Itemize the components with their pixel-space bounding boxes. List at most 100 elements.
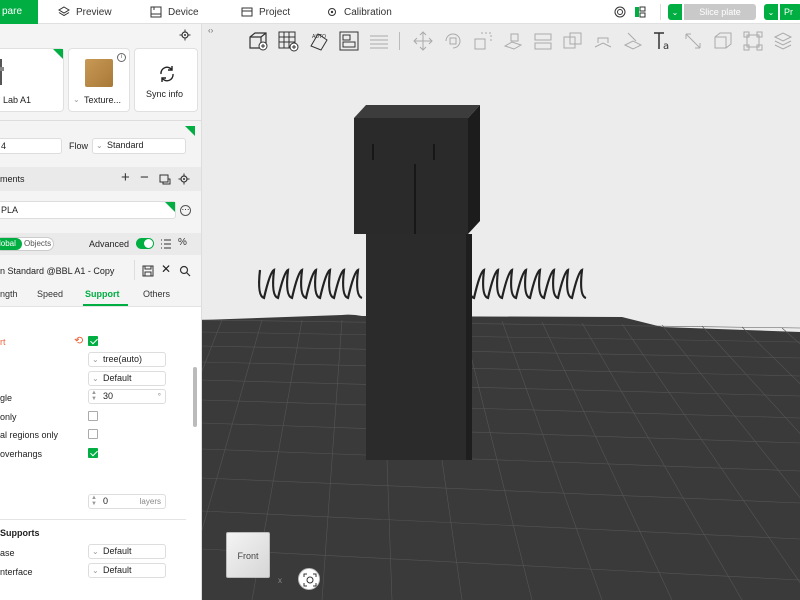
arrange-icon[interactable] — [338, 30, 360, 52]
support-style-select[interactable]: ⌄ Default — [88, 371, 166, 386]
gear-icon[interactable] — [179, 29, 191, 41]
tab-device[interactable]: Device — [150, 0, 199, 24]
threshold-angle-value: 30 — [103, 391, 114, 401]
sync-info-button[interactable]: Sync info — [134, 48, 198, 112]
threshold-angle-input[interactable]: ▲ ▼ 30 ° — [88, 389, 166, 404]
layers-icon[interactable] — [772, 30, 794, 52]
view-cube[interactable]: Front — [226, 532, 270, 578]
print-group: ⌄ Pr — [764, 4, 800, 20]
project-icon — [241, 7, 253, 17]
3d-viewport[interactable]: AUTO a ‹› Front x — [202, 24, 800, 600]
fit-view-icon — [303, 573, 317, 587]
scrollbar[interactable] — [193, 367, 197, 427]
lay-on-face-icon[interactable] — [502, 30, 524, 52]
base-pattern-value: Default — [103, 546, 132, 556]
nozzle-field[interactable]: 4 — [0, 138, 62, 154]
critical-regions-checkbox[interactable] — [88, 429, 98, 439]
top-bar: pare Preview Device Project Calibration … — [0, 0, 800, 24]
rotate-icon[interactable] — [442, 30, 464, 52]
multi-plate-icon[interactable] — [634, 6, 646, 18]
printer-card[interactable]: Lab A1 — [0, 48, 64, 112]
info-icon[interactable]: i — [117, 53, 126, 62]
tab-calibration[interactable]: Calibration — [326, 0, 392, 24]
tab-support[interactable]: Support — [85, 289, 120, 299]
spinner-arrows-icon[interactable]: ▲ ▼ — [91, 495, 97, 507]
auto-orient-icon[interactable]: AUTO — [308, 30, 330, 52]
list-icon[interactable] — [160, 238, 172, 250]
tab-preview-label: Preview — [76, 6, 112, 18]
fit-view-button[interactable] — [298, 568, 320, 590]
tab-project[interactable]: Project — [241, 0, 290, 24]
measure-icon[interactable] — [682, 30, 704, 52]
add-plate-icon[interactable] — [277, 30, 299, 52]
remove-overhangs-checkbox[interactable] — [88, 448, 98, 458]
print-dropdown-button[interactable]: ⌄ — [764, 4, 778, 20]
preset-name: n Standard @BBL A1 - Copy — [0, 266, 115, 276]
support-type-select[interactable]: ⌄ tree(auto) — [88, 352, 166, 367]
raft-layers-input[interactable]: ▲ ▼ 0 layers — [88, 494, 166, 509]
collapse-sidebar-icon[interactable]: ‹› — [208, 26, 213, 35]
assembly-icon[interactable] — [742, 30, 764, 52]
move-icon[interactable] — [412, 30, 434, 52]
global-objects-toggle[interactable]: lobal Objects — [0, 237, 54, 251]
slice-plate-button[interactable]: Slice plate — [684, 4, 756, 20]
sync-icon — [160, 66, 174, 82]
plate-card[interactable]: i ⌄ Texture... — [68, 48, 130, 112]
objects-option[interactable]: Objects — [24, 238, 51, 250]
global-option[interactable]: lobal — [0, 238, 22, 250]
printer-icon — [0, 59, 4, 85]
more-options-icon[interactable]: ⋯ — [180, 205, 191, 216]
flow-select[interactable]: ⌄ Standard — [92, 138, 186, 154]
split-plates-icon[interactable] — [368, 30, 390, 52]
enable-support-checkbox[interactable] — [88, 336, 98, 346]
raft-layers-value: 0 — [103, 496, 109, 506]
support-paint-icon[interactable] — [592, 30, 614, 52]
slice-group: ⌄ Slice plate — [668, 4, 756, 20]
text-emboss-icon[interactable]: a — [652, 30, 674, 52]
save-icon[interactable] — [142, 265, 154, 277]
add-object-icon[interactable] — [247, 30, 269, 52]
support-settings: rt ⟲ ⌄ tree(auto) ⌄ Default gle ▲ ▼ 30 ° … — [0, 307, 201, 600]
remove-icon[interactable]: − — [140, 169, 149, 186]
interface-pattern-select[interactable]: ⌄ Default — [88, 563, 166, 578]
tab-strength[interactable]: ngth — [0, 289, 18, 299]
cut-icon[interactable] — [532, 30, 554, 52]
axis-x-icon: x — [278, 576, 282, 585]
spring-model-right[interactable] — [468, 268, 587, 300]
tower-model[interactable] — [354, 105, 480, 460]
threshold-angle-label: gle — [0, 393, 13, 403]
percent-icon[interactable]: % — [178, 237, 187, 248]
variable-layer-icon[interactable] — [712, 30, 734, 52]
search-icon[interactable] — [179, 265, 191, 277]
network-icon[interactable] — [614, 6, 626, 18]
slice-dropdown-button[interactable]: ⌄ — [668, 4, 682, 20]
scale-icon[interactable] — [472, 30, 494, 52]
print-plate-button[interactable]: Pr — [780, 4, 800, 20]
spring-model-left[interactable] — [258, 268, 363, 300]
scene-canvas[interactable] — [202, 24, 800, 600]
divider — [0, 120, 201, 121]
tab-preview[interactable]: Preview — [58, 0, 112, 24]
gear-icon[interactable] — [178, 173, 190, 185]
tab-others[interactable]: Others — [143, 289, 170, 299]
remove-overhangs-label: overhangs — [0, 449, 43, 459]
tab-prepare[interactable]: pare — [0, 0, 38, 24]
on-buildplate-only-checkbox[interactable] — [88, 411, 98, 421]
tab-speed[interactable]: Speed — [37, 289, 63, 299]
reset-icon[interactable]: ⟲ — [74, 334, 83, 347]
base-pattern-select[interactable]: ⌄ Default — [88, 544, 166, 559]
filament-select[interactable]: PLA — [0, 201, 176, 219]
toggle-knob — [144, 239, 153, 248]
spinner-arrows-icon[interactable]: ▲ ▼ — [91, 390, 97, 402]
close-icon[interactable]: ✕ — [161, 262, 171, 276]
svg-text:AUTO: AUTO — [312, 34, 326, 40]
filament-header: ments + − — [0, 167, 201, 191]
seam-paint-icon[interactable] — [622, 30, 644, 52]
corner-mark — [53, 49, 63, 59]
boolean-icon[interactable] — [562, 30, 584, 52]
add-icon[interactable]: + — [121, 169, 130, 186]
advanced-toggle[interactable] — [136, 238, 154, 249]
filament-sync-icon[interactable] — [159, 173, 171, 185]
support-style-value: Default — [103, 373, 132, 383]
toolbar-divider — [399, 32, 400, 50]
